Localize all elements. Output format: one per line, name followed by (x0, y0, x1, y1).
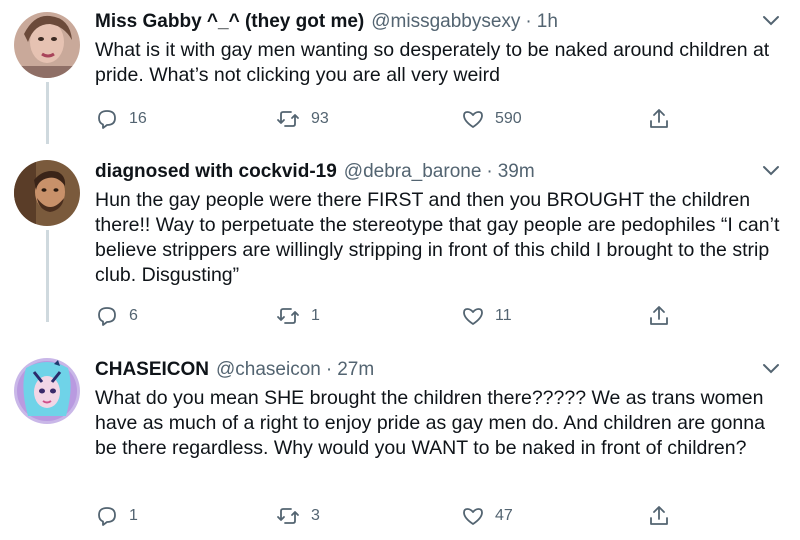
chevron-down-icon[interactable] (760, 160, 782, 182)
like-button[interactable]: 11 (461, 303, 512, 329)
reply-count: 6 (129, 307, 138, 324)
tweet-header: CHASEICON @chaseicon · 27m (95, 356, 374, 384)
share-icon (647, 107, 671, 131)
display-name[interactable]: diagnosed with cockvid-19 (95, 161, 337, 183)
share-button[interactable] (647, 106, 671, 132)
retweet-button[interactable]: 3 (275, 503, 320, 529)
reply-count: 1 (129, 507, 138, 524)
tweet-header: Miss Gabby ^_^ (they got me) @missgabbys… (95, 8, 558, 36)
retweet-icon (275, 504, 301, 528)
reply-button[interactable]: 1 (95, 503, 138, 529)
heart-icon (461, 504, 485, 528)
separator: · (325, 359, 333, 380)
like-button[interactable]: 590 (461, 106, 522, 132)
timestamp[interactable]: 27m (337, 359, 374, 381)
separator: · (486, 161, 493, 182)
reply-button[interactable]: 16 (95, 106, 147, 132)
display-name[interactable]: Miss Gabby ^_^ (they got me) (95, 11, 364, 33)
tweet-text: What do you mean SHE brought the childre… (95, 387, 765, 459)
user-handle[interactable]: @missgabbysexy (371, 11, 520, 33)
like-count: 47 (495, 507, 513, 524)
tweet-text: What is it with gay men wanting so despe… (95, 39, 770, 86)
reply-count: 16 (129, 110, 147, 127)
avatar[interactable] (14, 12, 80, 78)
display-name[interactable]: CHASEICON (95, 359, 209, 381)
share-icon (647, 304, 671, 328)
retweet-button[interactable]: 93 (275, 106, 329, 132)
reply-icon (95, 504, 119, 528)
heart-icon (461, 304, 485, 328)
tweet-actions: 1 3 47 (95, 503, 695, 529)
avatar[interactable] (14, 358, 80, 424)
avatar[interactable] (14, 160, 80, 226)
chevron-down-icon[interactable] (760, 10, 782, 32)
user-handle[interactable]: @chaseicon (216, 359, 321, 381)
reply-button[interactable]: 6 (95, 303, 138, 329)
retweet-count: 1 (311, 307, 320, 324)
share-button[interactable] (647, 303, 671, 329)
heart-icon (461, 107, 485, 131)
share-button[interactable] (647, 503, 671, 529)
user-handle[interactable]: @debra_barone (344, 161, 482, 183)
like-count: 11 (495, 307, 512, 324)
tweet-thread: Miss Gabby ^_^ (they got me) @missgabbys… (0, 0, 800, 540)
reply-icon (95, 304, 119, 328)
tweet-actions: 16 93 590 (95, 106, 695, 132)
retweet-icon (275, 107, 301, 131)
separator: · (525, 11, 532, 32)
chevron-down-icon[interactable] (760, 358, 782, 380)
like-count: 590 (495, 110, 522, 127)
timestamp[interactable]: 39m (498, 161, 535, 183)
share-icon (647, 504, 671, 528)
tweet-header: diagnosed with cockvid-19 @debra_barone … (95, 158, 535, 186)
tweet-text: Hun the gay people were there FIRST and … (95, 189, 780, 286)
reply-icon (95, 107, 119, 131)
retweet-button[interactable]: 1 (275, 303, 320, 329)
tweet[interactable]: diagnosed with cockvid-19 @debra_barone … (0, 158, 800, 338)
retweet-count: 93 (311, 110, 329, 127)
retweet-icon (275, 304, 301, 328)
tweet[interactable]: Miss Gabby ^_^ (they got me) @missgabbys… (0, 8, 800, 140)
like-button[interactable]: 47 (461, 503, 513, 529)
retweet-count: 3 (311, 507, 320, 524)
tweet-actions: 6 1 11 (95, 303, 695, 329)
tweet[interactable]: CHASEICON @chaseicon · 27m What do you m… (0, 356, 800, 536)
timestamp[interactable]: 1h (537, 11, 558, 33)
